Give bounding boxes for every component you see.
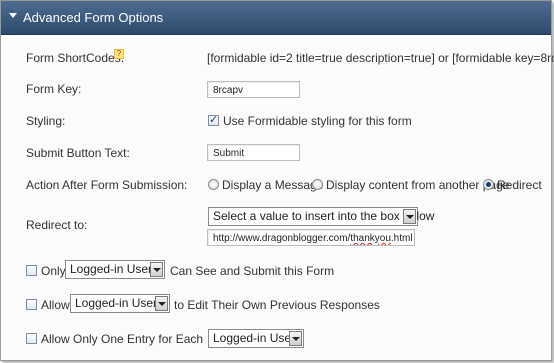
styling-checkbox[interactable] — [208, 113, 219, 126]
radio-display-content[interactable] — [312, 179, 323, 190]
advanced-form-options-panel: Advanced Form Options Form ShortCodes: ?… — [0, 0, 554, 361]
radio-display-content-label: Display content from another page — [326, 178, 510, 192]
redirect-label: Redirect to: — [26, 218, 88, 232]
form-key-label: Form Key: — [26, 82, 82, 96]
radio-display-message[interactable] — [208, 179, 219, 190]
one-entry-label: Allow Only One Entry for Each — [41, 332, 204, 346]
shortcodes-value: [formidable id=2 title=true description=… — [207, 51, 554, 65]
radio-redirect[interactable] — [483, 179, 494, 190]
chevron-down-icon — [150, 262, 163, 277]
allow-label: Allow — [41, 298, 70, 312]
collapse-arrow-icon[interactable] — [9, 13, 17, 18]
only-checkbox[interactable] — [26, 265, 37, 276]
only-users-select[interactable]: Logged-in Users — [65, 260, 165, 279]
one-entry-select[interactable]: Logged-in User — [208, 329, 304, 348]
panel-header[interactable]: Advanced Form Options — [1, 1, 551, 35]
allow-edit-users-select[interactable]: Logged-in Users — [70, 294, 170, 313]
allow-edit-select-value: Logged-in Users — [75, 296, 164, 310]
panel-title: Advanced Form Options — [23, 10, 164, 25]
chevron-down-icon — [155, 296, 168, 311]
styling-checkbox-label: Use Formidable styling for this form — [223, 114, 412, 128]
redirect-url-suffix: .html — [390, 233, 413, 244]
action-label: Action After Form Submission: — [26, 178, 188, 192]
submit-text-input[interactable]: Submit — [207, 144, 300, 161]
redirect-select-value: Select a value to insert into the box be… — [213, 209, 435, 223]
redirect-url-misspelled: thankyou — [350, 233, 391, 244]
chevron-down-icon — [403, 209, 416, 224]
submit-text-label: Submit Button Text: — [26, 146, 130, 160]
redirect-url-input[interactable]: http://www.dragonblogger.com/thankyou.ht… — [207, 229, 415, 246]
redirect-value-select[interactable]: Select a value to insert into the box be… — [208, 207, 434, 226]
styling-label: Styling: — [26, 114, 66, 128]
only-suffix: Can See and Submit this Form — [170, 264, 335, 278]
redirect-url-prefix: http://www.dragonblogger.com/ — [213, 233, 351, 244]
allow-suffix: to Edit Their Own Previous Responses — [174, 298, 380, 312]
chevron-down-icon — [289, 331, 302, 346]
only-users-select-value: Logged-in Users — [70, 262, 159, 276]
only-label: Only — [41, 264, 66, 278]
one-entry-checkbox[interactable] — [26, 333, 37, 344]
one-entry-select-value: Logged-in User — [213, 331, 296, 345]
form-key-input[interactable]: 8rcapv — [207, 81, 300, 98]
shortcodes-label: Form ShortCodes: — [26, 51, 125, 65]
allow-edit-checkbox[interactable] — [26, 299, 37, 310]
radio-display-message-label: Display a Message — [222, 178, 324, 192]
help-icon[interactable]: ? — [114, 49, 124, 59]
radio-redirect-label: Redirect — [497, 178, 542, 192]
